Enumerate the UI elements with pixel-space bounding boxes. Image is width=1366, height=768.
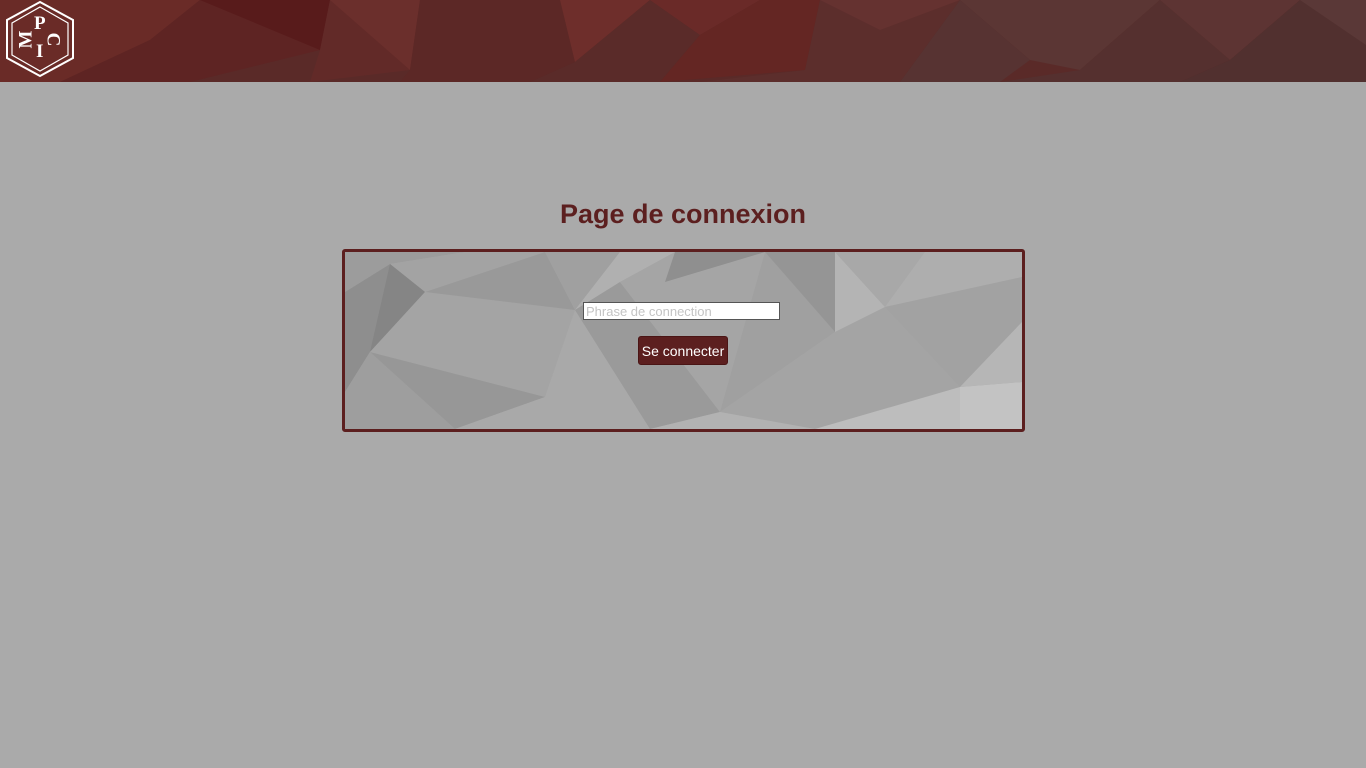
logo-letter-m: M bbox=[15, 30, 37, 49]
page-title: Page de connexion bbox=[559, 199, 807, 229]
hexagon-logo-icon bbox=[6, 0, 74, 78]
top-banner: M P C I bbox=[0, 0, 1366, 82]
logo-letter-p: P bbox=[34, 13, 46, 34]
passphrase-input[interactable] bbox=[583, 302, 780, 320]
logo-letter-c: C bbox=[42, 32, 64, 47]
login-button[interactable]: Se connecter bbox=[638, 336, 728, 365]
mpci-logo[interactable]: M P C I bbox=[1, 0, 79, 78]
logo-letter-i: I bbox=[36, 41, 44, 62]
header-polygon-background bbox=[0, 0, 1366, 82]
login-panel: Se connecter bbox=[342, 249, 1025, 432]
